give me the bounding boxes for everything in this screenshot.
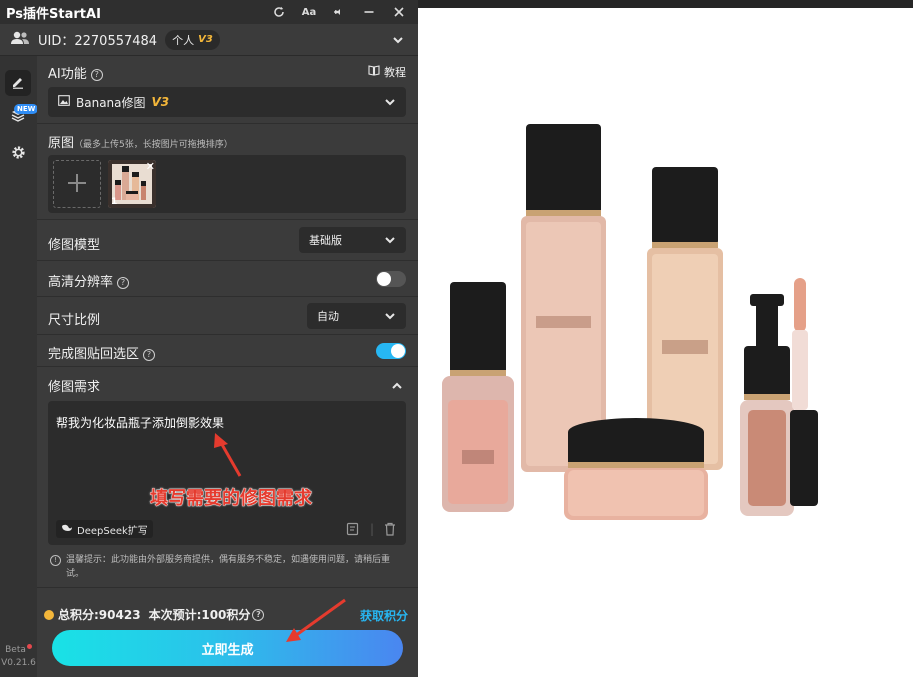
cream-jar — [564, 418, 708, 520]
photoshop-canvas — [418, 0, 913, 677]
startai-plugin-panel: Ps插件StartAI Aa UID：2270557484 个人 V3 NEW … — [0, 0, 418, 677]
lip-gloss — [790, 278, 818, 506]
cosmetics-product-image — [442, 124, 818, 520]
arrow-to-generate — [286, 598, 346, 642]
annotation-arrows — [214, 433, 346, 642]
pump-bottle — [740, 294, 794, 516]
foundation-bottle-tall — [521, 124, 606, 472]
nail-bottle-left — [442, 282, 514, 512]
arrow-to-textarea — [214, 433, 242, 477]
